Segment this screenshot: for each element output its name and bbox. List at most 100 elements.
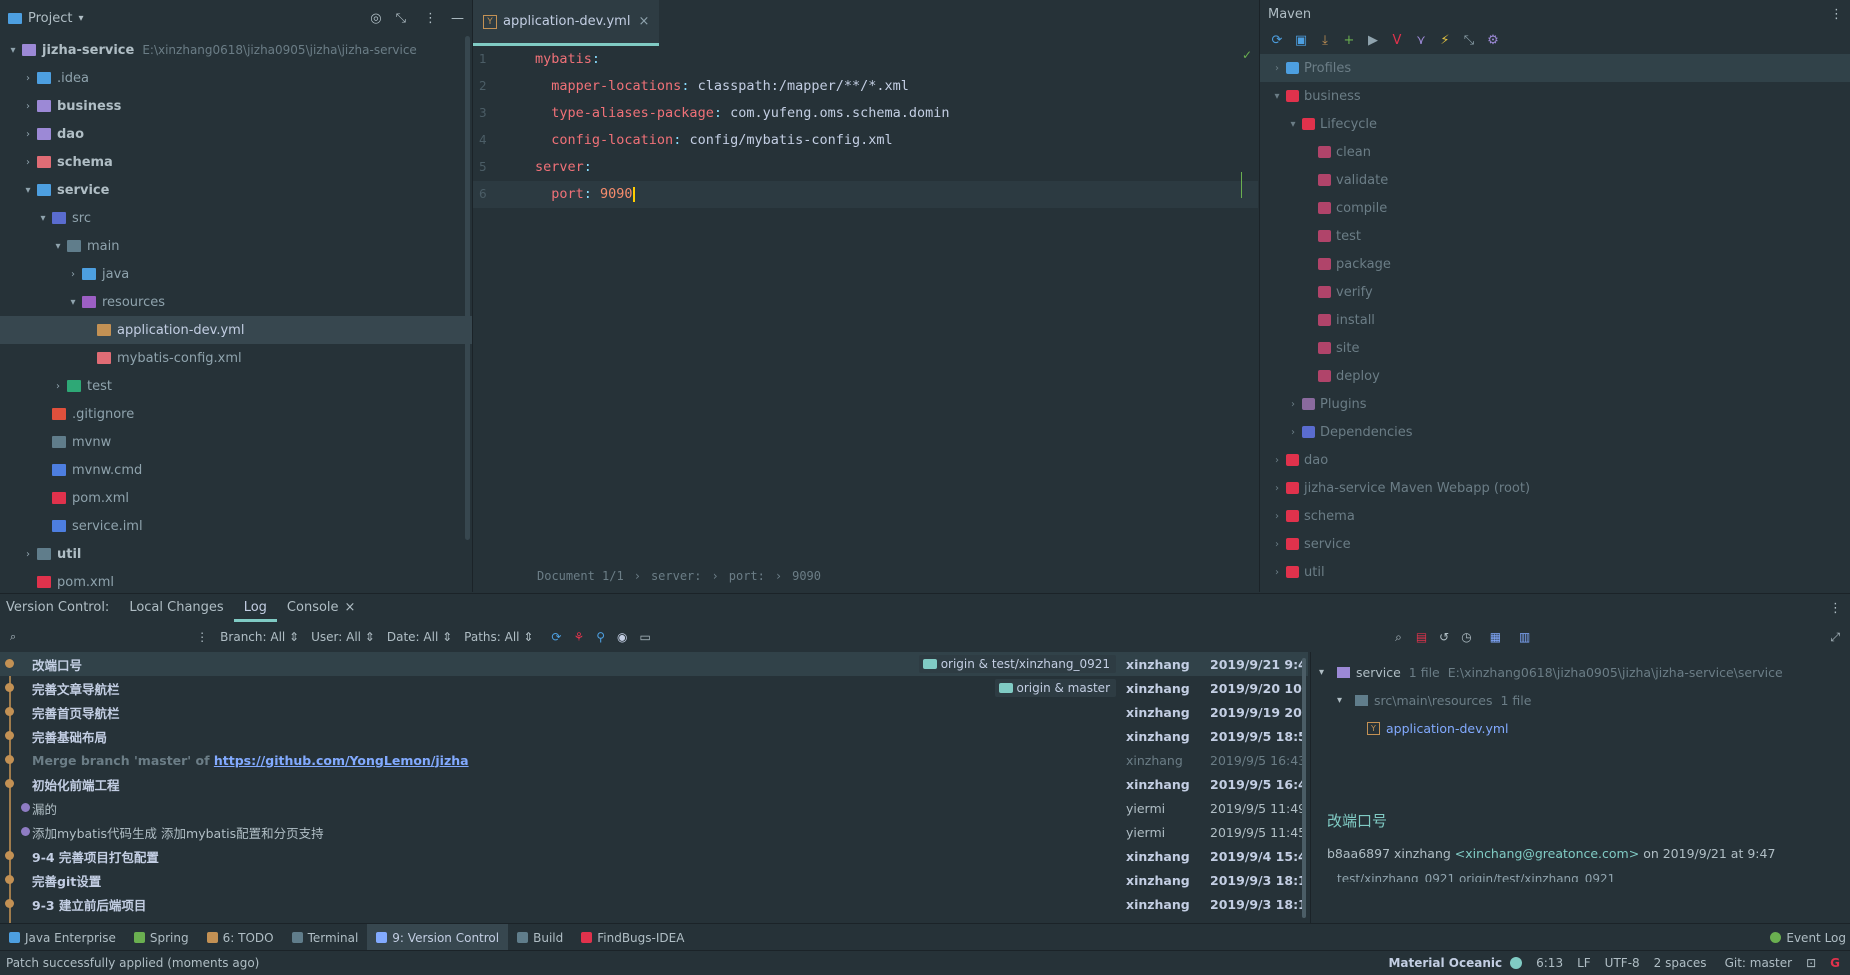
project-tree-item[interactable]: .gitignore bbox=[0, 400, 472, 428]
chevron-icon[interactable]: › bbox=[21, 157, 35, 168]
grid-icon[interactable]: ▥ bbox=[1519, 630, 1530, 644]
code-line[interactable]: mapper-locations: classpath:/mapper/**/*… bbox=[535, 73, 950, 100]
chevron-icon[interactable]: ▾ bbox=[1286, 119, 1300, 130]
maven-tree-item[interactable]: ▾ business bbox=[1260, 82, 1850, 110]
breadcrumb-item[interactable]: 9090 bbox=[792, 569, 821, 583]
maven-tree-item[interactable]: site bbox=[1260, 334, 1850, 362]
maven-tree-item[interactable]: validate bbox=[1260, 166, 1850, 194]
tool-window-button[interactable]: 9: Version Control bbox=[367, 924, 509, 951]
commit-row[interactable]: 9-4 完善项目打包配置 xinzhang 2019/9/4 15:40 bbox=[0, 844, 1308, 868]
vc-tab[interactable]: Console × bbox=[277, 594, 366, 622]
more-options-icon[interactable]: ⋮ bbox=[1829, 601, 1842, 616]
code-line[interactable]: mybatis: bbox=[535, 46, 950, 73]
inspection-ok-icon[interactable]: ✓ bbox=[1242, 48, 1252, 62]
breadcrumb-item[interactable]: server: bbox=[651, 569, 702, 583]
chevron-icon[interactable]: › bbox=[21, 73, 35, 84]
layout-icon[interactable]: ▦ bbox=[1490, 630, 1501, 644]
maven-tree-item[interactable]: › jizha-service Maven Webapp (root) bbox=[1260, 474, 1850, 502]
commit-row[interactable]: 漏的 yiermi 2019/9/5 11:49 bbox=[0, 796, 1308, 820]
project-tree-item[interactable]: › schema bbox=[0, 148, 472, 176]
maven-tree-item[interactable]: ▾ Lifecycle bbox=[1260, 110, 1850, 138]
commit-row[interactable]: 完善git设置 xinzhang 2019/9/3 18:15 bbox=[0, 868, 1308, 892]
tool-window-button[interactable]: FindBugs-IDEA bbox=[572, 924, 693, 951]
maven-tree-item[interactable]: compile bbox=[1260, 194, 1850, 222]
chevron-icon[interactable]: › bbox=[1270, 539, 1284, 550]
refresh-icon[interactable]: ⟳ bbox=[551, 630, 561, 644]
open-window-icon[interactable]: ▭ bbox=[640, 630, 651, 644]
chevron-icon[interactable]: ▾ bbox=[36, 213, 50, 224]
collapse-icon[interactable]: ⤡ bbox=[1462, 34, 1476, 48]
event-log-button[interactable]: Event Log bbox=[1786, 931, 1846, 945]
add-icon[interactable]: + bbox=[1342, 34, 1356, 48]
tool-window-button[interactable]: Spring bbox=[125, 924, 198, 951]
tool-window-button[interactable]: Java Enterprise bbox=[0, 924, 125, 951]
changed-module-row[interactable]: ▾ service 1 file E:\xinzhang0618\jizha09… bbox=[1311, 658, 1850, 686]
chevron-icon[interactable]: ▾ bbox=[66, 297, 80, 308]
maven-tree-item[interactable]: deploy bbox=[1260, 362, 1850, 390]
project-tree-item[interactable]: ▾ service bbox=[0, 176, 472, 204]
maven-tree-item[interactable]: test bbox=[1260, 222, 1850, 250]
expand-icon[interactable]: ⤢ bbox=[1830, 630, 1840, 645]
breadcrumb-item[interactable]: Document 1/1 bbox=[537, 569, 624, 583]
commit-row[interactable]: 初始化前端工程 xinzhang 2019/9/5 16:42 bbox=[0, 772, 1308, 796]
tool-window-button[interactable]: 6: TODO bbox=[198, 924, 283, 951]
more-options-icon[interactable]: ⋮ bbox=[424, 11, 437, 26]
commit-row[interactable]: 改端口号 origin & test/xinzhang_0921 xinzhang 2… bbox=[0, 652, 1308, 676]
tool-window-button[interactable]: Build bbox=[508, 924, 572, 951]
project-tree-item[interactable]: › business bbox=[0, 92, 472, 120]
hide-panel-icon[interactable]: — bbox=[451, 11, 464, 26]
project-tree-item[interactable]: ▾ resources bbox=[0, 288, 472, 316]
chevron-icon[interactable]: › bbox=[21, 129, 35, 140]
breadcrumb-item[interactable]: port: bbox=[729, 569, 765, 583]
code-area[interactable]: mybatis: mapper-locations: classpath:/ma… bbox=[535, 46, 950, 208]
run-icon[interactable]: ▶ bbox=[1366, 34, 1380, 48]
project-tree-item[interactable]: service.iml bbox=[0, 512, 472, 540]
chevron-icon[interactable]: › bbox=[1270, 483, 1284, 494]
theme-indicator[interactable]: Material Oceanic bbox=[1388, 956, 1502, 970]
search-icon[interactable]: ⌕ bbox=[1395, 630, 1402, 645]
project-tree-item[interactable]: › dao bbox=[0, 120, 472, 148]
chevron-icon[interactable]: › bbox=[51, 381, 65, 392]
log-filter[interactable]: Date: All ⇕ bbox=[387, 630, 452, 644]
vc-tab[interactable]: Log bbox=[233, 594, 277, 622]
project-tree-item[interactable]: pom.xml bbox=[0, 484, 472, 512]
maven-tree-item[interactable]: › util bbox=[1260, 558, 1850, 586]
chevron-icon[interactable]: › bbox=[1286, 399, 1300, 410]
eye-icon[interactable]: ◉ bbox=[617, 630, 627, 644]
reload-icon[interactable]: ⟳ bbox=[1270, 34, 1284, 48]
project-tree-item[interactable]: › test bbox=[0, 372, 472, 400]
lock-icon[interactable]: ⊡ bbox=[1806, 956, 1816, 970]
project-tree-item[interactable]: › .idea bbox=[0, 64, 472, 92]
chevron-icon[interactable]: ▾ bbox=[6, 45, 20, 56]
log-search-input[interactable] bbox=[16, 627, 196, 647]
maven-tree-item[interactable]: package bbox=[1260, 250, 1850, 278]
close-icon[interactable]: × bbox=[638, 14, 649, 29]
chevron-icon[interactable]: › bbox=[1270, 511, 1284, 522]
project-tree-item[interactable]: ▾ src bbox=[0, 204, 472, 232]
log-filter[interactable]: Paths: All ⇕ bbox=[464, 630, 533, 644]
collapse-all-icon[interactable]: ⤡ bbox=[396, 11, 406, 26]
commit-row[interactable]: 完善首页导航栏 xinzhang 2019/9/19 20:17 bbox=[0, 700, 1308, 724]
google-icon[interactable]: G bbox=[1830, 956, 1840, 970]
git-branch[interactable]: Git: master bbox=[1725, 956, 1793, 970]
file-encoding[interactable]: UTF-8 bbox=[1605, 956, 1640, 970]
history-icon[interactable]: ◷ bbox=[1461, 630, 1471, 644]
maven-execute-icon[interactable]: Ⅴ bbox=[1390, 34, 1404, 48]
project-tree-item[interactable]: › util bbox=[0, 540, 472, 568]
chevron-icon[interactable]: ▾ bbox=[21, 185, 35, 196]
chevron-icon[interactable]: › bbox=[1270, 63, 1284, 74]
more-options-icon[interactable]: ⋮ bbox=[1830, 7, 1843, 22]
skip-tests-icon[interactable]: ⚡ bbox=[1438, 34, 1452, 48]
chevron-icon[interactable]: ▾ bbox=[51, 241, 65, 252]
generate-sources-icon[interactable]: ▣ bbox=[1294, 34, 1308, 48]
maven-tree-item[interactable]: › Profiles bbox=[1260, 54, 1850, 82]
indent-setting[interactable]: 2 spaces bbox=[1654, 956, 1707, 970]
pin-icon[interactable]: ⚲ bbox=[596, 630, 605, 644]
code-line[interactable]: config-location: config/mybatis-config.x… bbox=[535, 127, 950, 154]
chevron-icon[interactable]: › bbox=[1270, 455, 1284, 466]
cherry-pick-icon[interactable]: ⚘ bbox=[573, 630, 584, 644]
commit-link[interactable]: https://github.com/YongLemon/jizha bbox=[214, 753, 469, 768]
maven-tree-item[interactable]: › schema bbox=[1260, 502, 1850, 530]
chevron-icon[interactable]: ▾ bbox=[1270, 91, 1284, 102]
project-tree-item[interactable]: application-dev.yml bbox=[0, 316, 472, 344]
